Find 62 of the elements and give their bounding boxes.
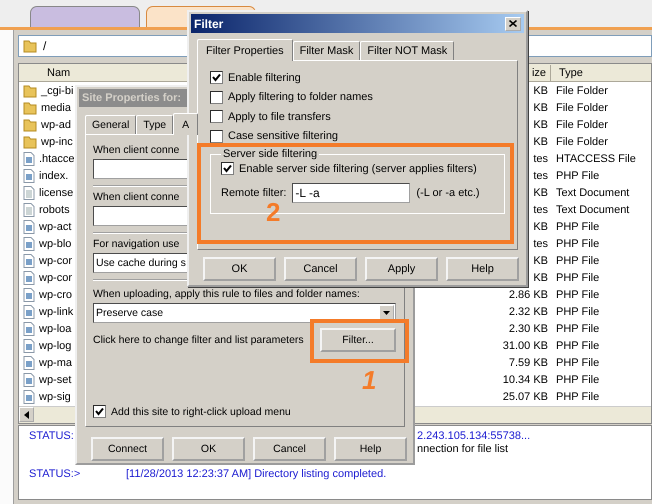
file-type: PHP File (556, 254, 600, 266)
log-message: nnection for file list (417, 443, 508, 456)
step-number: 2 (266, 199, 280, 225)
field-label: When client conne (93, 191, 180, 204)
field-label: For navigation use (93, 238, 180, 250)
file-type: HTACCESS File (556, 152, 636, 164)
file-size: KB (533, 136, 548, 148)
file-type: PHP File (556, 322, 600, 334)
checkbox-label: Apply filtering to folder names (228, 91, 373, 104)
file-size: 2.30 KB (508, 322, 548, 334)
file-size: KB (533, 272, 548, 284)
step-number: 1 (362, 367, 376, 393)
file-size: 2.86 KB (508, 288, 548, 300)
file-size: 31.00 KB (502, 340, 548, 352)
checkbox-label: Enable filtering (228, 72, 301, 84)
file-type: PHP File (556, 288, 600, 300)
file-size: KB (533, 186, 548, 198)
file-type: PHP File (556, 356, 600, 368)
file-type: File Folder (556, 102, 608, 114)
file-size: KB (533, 102, 548, 114)
window-title: Filter (194, 16, 224, 30)
field-label: When uploading, apply this rule to files and folder names: (93, 288, 360, 300)
checkbox-label: Enable server side filtering (server applies filters) (239, 162, 477, 174)
file-type: PHP File (556, 374, 600, 386)
field-label: When client conne (93, 144, 180, 156)
file-type: PHP File (556, 220, 600, 232)
checkbox-label: Apply to file transfers (228, 110, 331, 123)
file-size: 2.32 KB (508, 306, 548, 318)
file-size: 7.59 KB (508, 356, 548, 368)
checkbox-label: Case sensitive filtering (228, 130, 338, 142)
file-size: KB (533, 220, 548, 232)
file-size: KB (533, 118, 548, 130)
log-message: [11/28/2013 12:23:37 AM] Directory listing completed. (126, 468, 386, 481)
group-title: Server side filtering (222, 148, 318, 160)
log-message: 2.243.105.134:55738... (417, 430, 530, 443)
file-type: PHP File (556, 390, 600, 402)
field-label: Remote filter: (221, 187, 286, 199)
file-size: tes (533, 204, 548, 216)
file-size: tes (533, 170, 548, 182)
file-size: tes (533, 238, 548, 250)
status-label: STATUS: (29, 430, 75, 443)
file-type: Text Document (556, 204, 630, 216)
file-type: PHP File (556, 306, 600, 318)
file-size: KB (533, 84, 548, 96)
file-type: PHP File (556, 340, 600, 352)
prompt-text: Click here to change filter and list parameters (93, 334, 304, 346)
file-type: File Folder (556, 136, 608, 148)
file-size: tes (533, 152, 548, 164)
file-size: KB (533, 254, 548, 266)
checkbox-label: Add this site to right-click upload menu (111, 406, 291, 418)
file-size: 25.07 KB (502, 390, 548, 402)
file-type: PHP File (556, 238, 600, 250)
file-size: 10.34 KB (502, 374, 548, 386)
file-type: File Folder (556, 84, 608, 96)
window-title: Site Properties for: (82, 92, 182, 104)
file-type: PHP File (556, 170, 600, 182)
status-label: STATUS:> (29, 468, 82, 481)
file-type: PHP File (556, 272, 600, 284)
hint-text: (-L or -a etc.) (416, 187, 480, 199)
file-type: File Folder (556, 118, 608, 130)
file-type: Text Document (556, 186, 630, 198)
path-text: / (43, 39, 46, 53)
